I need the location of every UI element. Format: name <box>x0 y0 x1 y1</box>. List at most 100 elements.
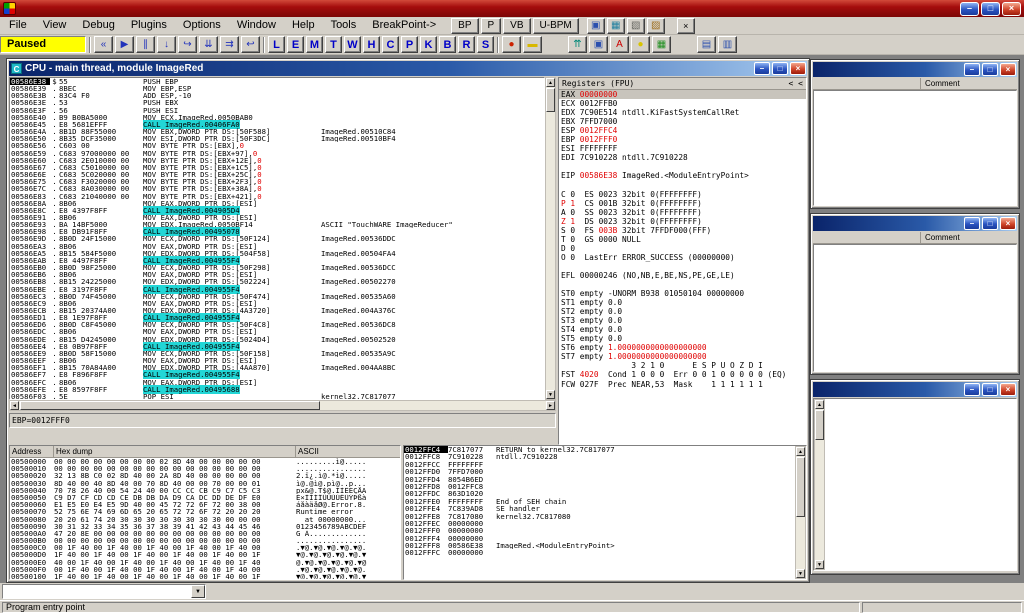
disasm-row[interactable]: 00586EC3.8B0D 74F45000MOV ECX,DWORD PTR … <box>10 293 544 300</box>
register-line[interactable]: EBP 0012FFF0 <box>559 135 806 144</box>
window-button-m[interactable]: M <box>306 36 323 53</box>
scroll-down-button[interactable]: ▼ <box>796 569 805 578</box>
register-line[interactable]: C 0 ES 0023 32bit 0(FFFFFFFF) <box>559 190 806 199</box>
stack-vertical-scrollbar[interactable]: ▲ ▼ <box>795 446 806 579</box>
register-line[interactable]: ST7 empty 1.0000000000000000000 <box>559 352 806 361</box>
register-line[interactable]: ST5 empty 0.0 <box>559 334 806 343</box>
cpu-window[interactable]: C CPU - main thread, module ImageRed – □… <box>6 58 810 583</box>
register-line[interactable] <box>559 262 806 271</box>
register-line[interactable]: EDX 7C90E514 ntdll.KiFastSystemCallRet <box>559 108 806 117</box>
disasm-row[interactable]: 00586EB0.8B0D 98F25000MOV ECX,DWORD PTR … <box>10 264 544 271</box>
window-button-c[interactable]: C <box>382 36 399 53</box>
disasm-row[interactable]: 00586F03.5EPOP ESIkernel32.7C817077 <box>10 393 544 400</box>
scroll-down-button[interactable]: ▼ <box>815 560 824 569</box>
cpu-close-button[interactable]: × <box>790 62 806 75</box>
side-window-3-titlebar[interactable]: – □ × <box>813 382 1017 397</box>
minimize-button[interactable]: – <box>964 383 980 396</box>
hide-debugger-icon[interactable]: ▦ <box>607 18 625 34</box>
close-button[interactable]: × <box>1000 63 1016 76</box>
disasm-vertical-scrollbar[interactable]: ▲ ▼ <box>545 77 556 400</box>
scroll-left-button[interactable]: ◄ <box>10 401 19 410</box>
window-button-k[interactable]: K <box>420 36 437 53</box>
plugin-button-p[interactable]: P <box>481 18 502 34</box>
disasm-row[interactable]: 00586E50.8B35 DCF35000MOV ESI,DWORD PTR … <box>10 135 544 142</box>
scroll-thumb[interactable] <box>20 401 320 410</box>
attach-icon[interactable]: ▣ <box>589 36 608 53</box>
scroll-thumb[interactable] <box>815 410 824 440</box>
register-line[interactable]: EDI 7C910228 ntdll.7C910228 <box>559 153 806 162</box>
trace-into-icon[interactable]: ⇊ <box>199 36 218 53</box>
menu-debug[interactable]: Debug <box>75 17 121 34</box>
plugin-button-bp[interactable]: BP <box>451 18 478 34</box>
register-line[interactable]: ECX 0012FFB0 <box>559 99 806 108</box>
menu-plugins[interactable]: Plugins <box>124 17 174 34</box>
register-line[interactable]: ST6 empty 1.0000000000000000000 <box>559 343 806 352</box>
menu-view[interactable]: View <box>36 17 74 34</box>
scroll-up-button[interactable]: ▲ <box>815 400 824 409</box>
disassembly-pane[interactable]: 00586E38$55PUSH EBP00586E39.8BECMOV EBP,… <box>9 77 545 400</box>
window-button-s[interactable]: S <box>477 36 494 53</box>
dump-pane[interactable]: Address Hex dump ASCII 0050000000 00 00 … <box>9 445 401 580</box>
disasm-row[interactable]: 00586E3B.83C4 F0ADD ESP,-10 <box>10 92 544 99</box>
command-combobox[interactable]: ▼ <box>2 584 206 599</box>
side-window-3[interactable]: – □ × ▲ ▼ <box>810 379 1020 575</box>
register-line[interactable]: EBX 7FFD7000 <box>559 117 806 126</box>
register-line[interactable]: T 0 GS 0000 NULL <box>559 235 806 244</box>
restart-icon[interactable]: « <box>94 36 113 53</box>
disasm-row[interactable]: 00586E8C.E8 4397F8FFCALL ImageRed.004905… <box>10 207 544 214</box>
disasm-row[interactable]: 00586EFE.E8 8597F8FFCALL ImageRed.004956… <box>10 386 544 393</box>
menu-window[interactable]: Window <box>230 17 283 34</box>
window-button-t[interactable]: T <box>325 36 342 53</box>
stack-row[interactable]: 0012FFFC00000000 <box>404 549 795 556</box>
maximize-button[interactable]: □ <box>982 63 998 76</box>
side-window-2[interactable]: – □ × Comment <box>810 213 1020 375</box>
app-minimize-button[interactable]: – <box>960 2 979 16</box>
scroll-down-button[interactable]: ▼ <box>546 390 555 399</box>
pause-icon[interactable]: ∥ <box>136 36 155 53</box>
app-close-button[interactable]: × <box>1002 2 1021 16</box>
register-line[interactable]: ST1 empty 0.0 <box>559 298 806 307</box>
step-into-icon[interactable]: ↓ <box>157 36 176 53</box>
register-line[interactable]: S 0 FS 003B 32bit 7FFDF000(FFF) <box>559 226 806 235</box>
register-line[interactable]: 3 2 1 0 E S P U O Z D I <box>559 361 806 370</box>
memory-grid-icon[interactable]: ▦ <box>652 36 671 53</box>
breakpoint-manager-icon[interactable]: ▣ <box>587 18 605 34</box>
scroll-thumb[interactable] <box>546 88 555 112</box>
analysis-icon[interactable]: ▨ <box>647 18 665 34</box>
disasm-row[interactable]: 00586E83.C683 21040000 00MOV BYTE PTR DS… <box>10 193 544 200</box>
window-button-e[interactable]: E <box>287 36 304 53</box>
scroll-thumb[interactable] <box>796 457 805 517</box>
plugin-button-vb[interactable]: VB <box>503 18 530 34</box>
dump-row[interactable]: 005001001F 40 00 1F 40 00 1F 40 00 1F 40… <box>10 573 400 580</box>
scroll-right-button[interactable]: ► <box>546 401 555 410</box>
disasm-row[interactable]: 00586ED6.8B0D C8F45000MOV ECX,DWORD PTR … <box>10 321 544 328</box>
cpu-maximize-button[interactable]: □ <box>772 62 788 75</box>
window-button-w[interactable]: W <box>344 36 361 53</box>
register-line[interactable]: EAX 00000000 <box>559 90 806 99</box>
minimize-button[interactable]: – <box>964 63 980 76</box>
register-line[interactable]: P 1 CS 001B 32bit 0(FFFFFFFF) <box>559 199 806 208</box>
cpu-window-titlebar[interactable]: C CPU - main thread, module ImageRed – □… <box>9 61 807 76</box>
register-line[interactable]: ST0 empty -UNORM B938 01050104 00000000 <box>559 289 806 298</box>
side-window-2-body[interactable] <box>813 244 1017 372</box>
app-titlebar[interactable]: – □ × <box>0 0 1024 17</box>
menu-breakpoint[interactable]: BreakPoint-> <box>365 17 443 34</box>
menu-file[interactable]: File <box>2 17 34 34</box>
disasm-row[interactable]: 00586EE9.8B0D 58F15000MOV ECX,DWORD PTR … <box>10 350 544 357</box>
side-window-1-titlebar[interactable]: – □ × <box>813 62 1017 77</box>
register-line[interactable]: ST4 empty 0.0 <box>559 325 806 334</box>
register-line[interactable] <box>559 180 806 189</box>
plugin-button-u-bpm[interactable]: U-BPM <box>533 18 579 34</box>
until-return-icon[interactable]: ↩ <box>241 36 260 53</box>
register-line[interactable]: ST3 empty 0.0 <box>559 316 806 325</box>
register-line[interactable]: ESP 0012FFC4 <box>559 126 806 135</box>
register-line[interactable] <box>559 280 806 289</box>
step-over-icon[interactable]: ↪ <box>178 36 197 53</box>
register-line[interactable]: D 0 <box>559 244 806 253</box>
menu-help[interactable]: Help <box>285 17 322 34</box>
minimize-button[interactable]: – <box>964 217 980 230</box>
register-line[interactable]: FST 4020 Cond 1 0 0 0 Err 0 0 1 0 0 0 0 … <box>559 370 806 379</box>
app-maximize-button[interactable]: □ <box>981 2 1000 16</box>
register-line[interactable]: O 0 LastErr ERROR_SUCCESS (00000000) <box>559 253 806 262</box>
register-line[interactable]: EFL 00000246 (NO,NB,E,BE,NS,PE,GE,LE) <box>559 271 806 280</box>
